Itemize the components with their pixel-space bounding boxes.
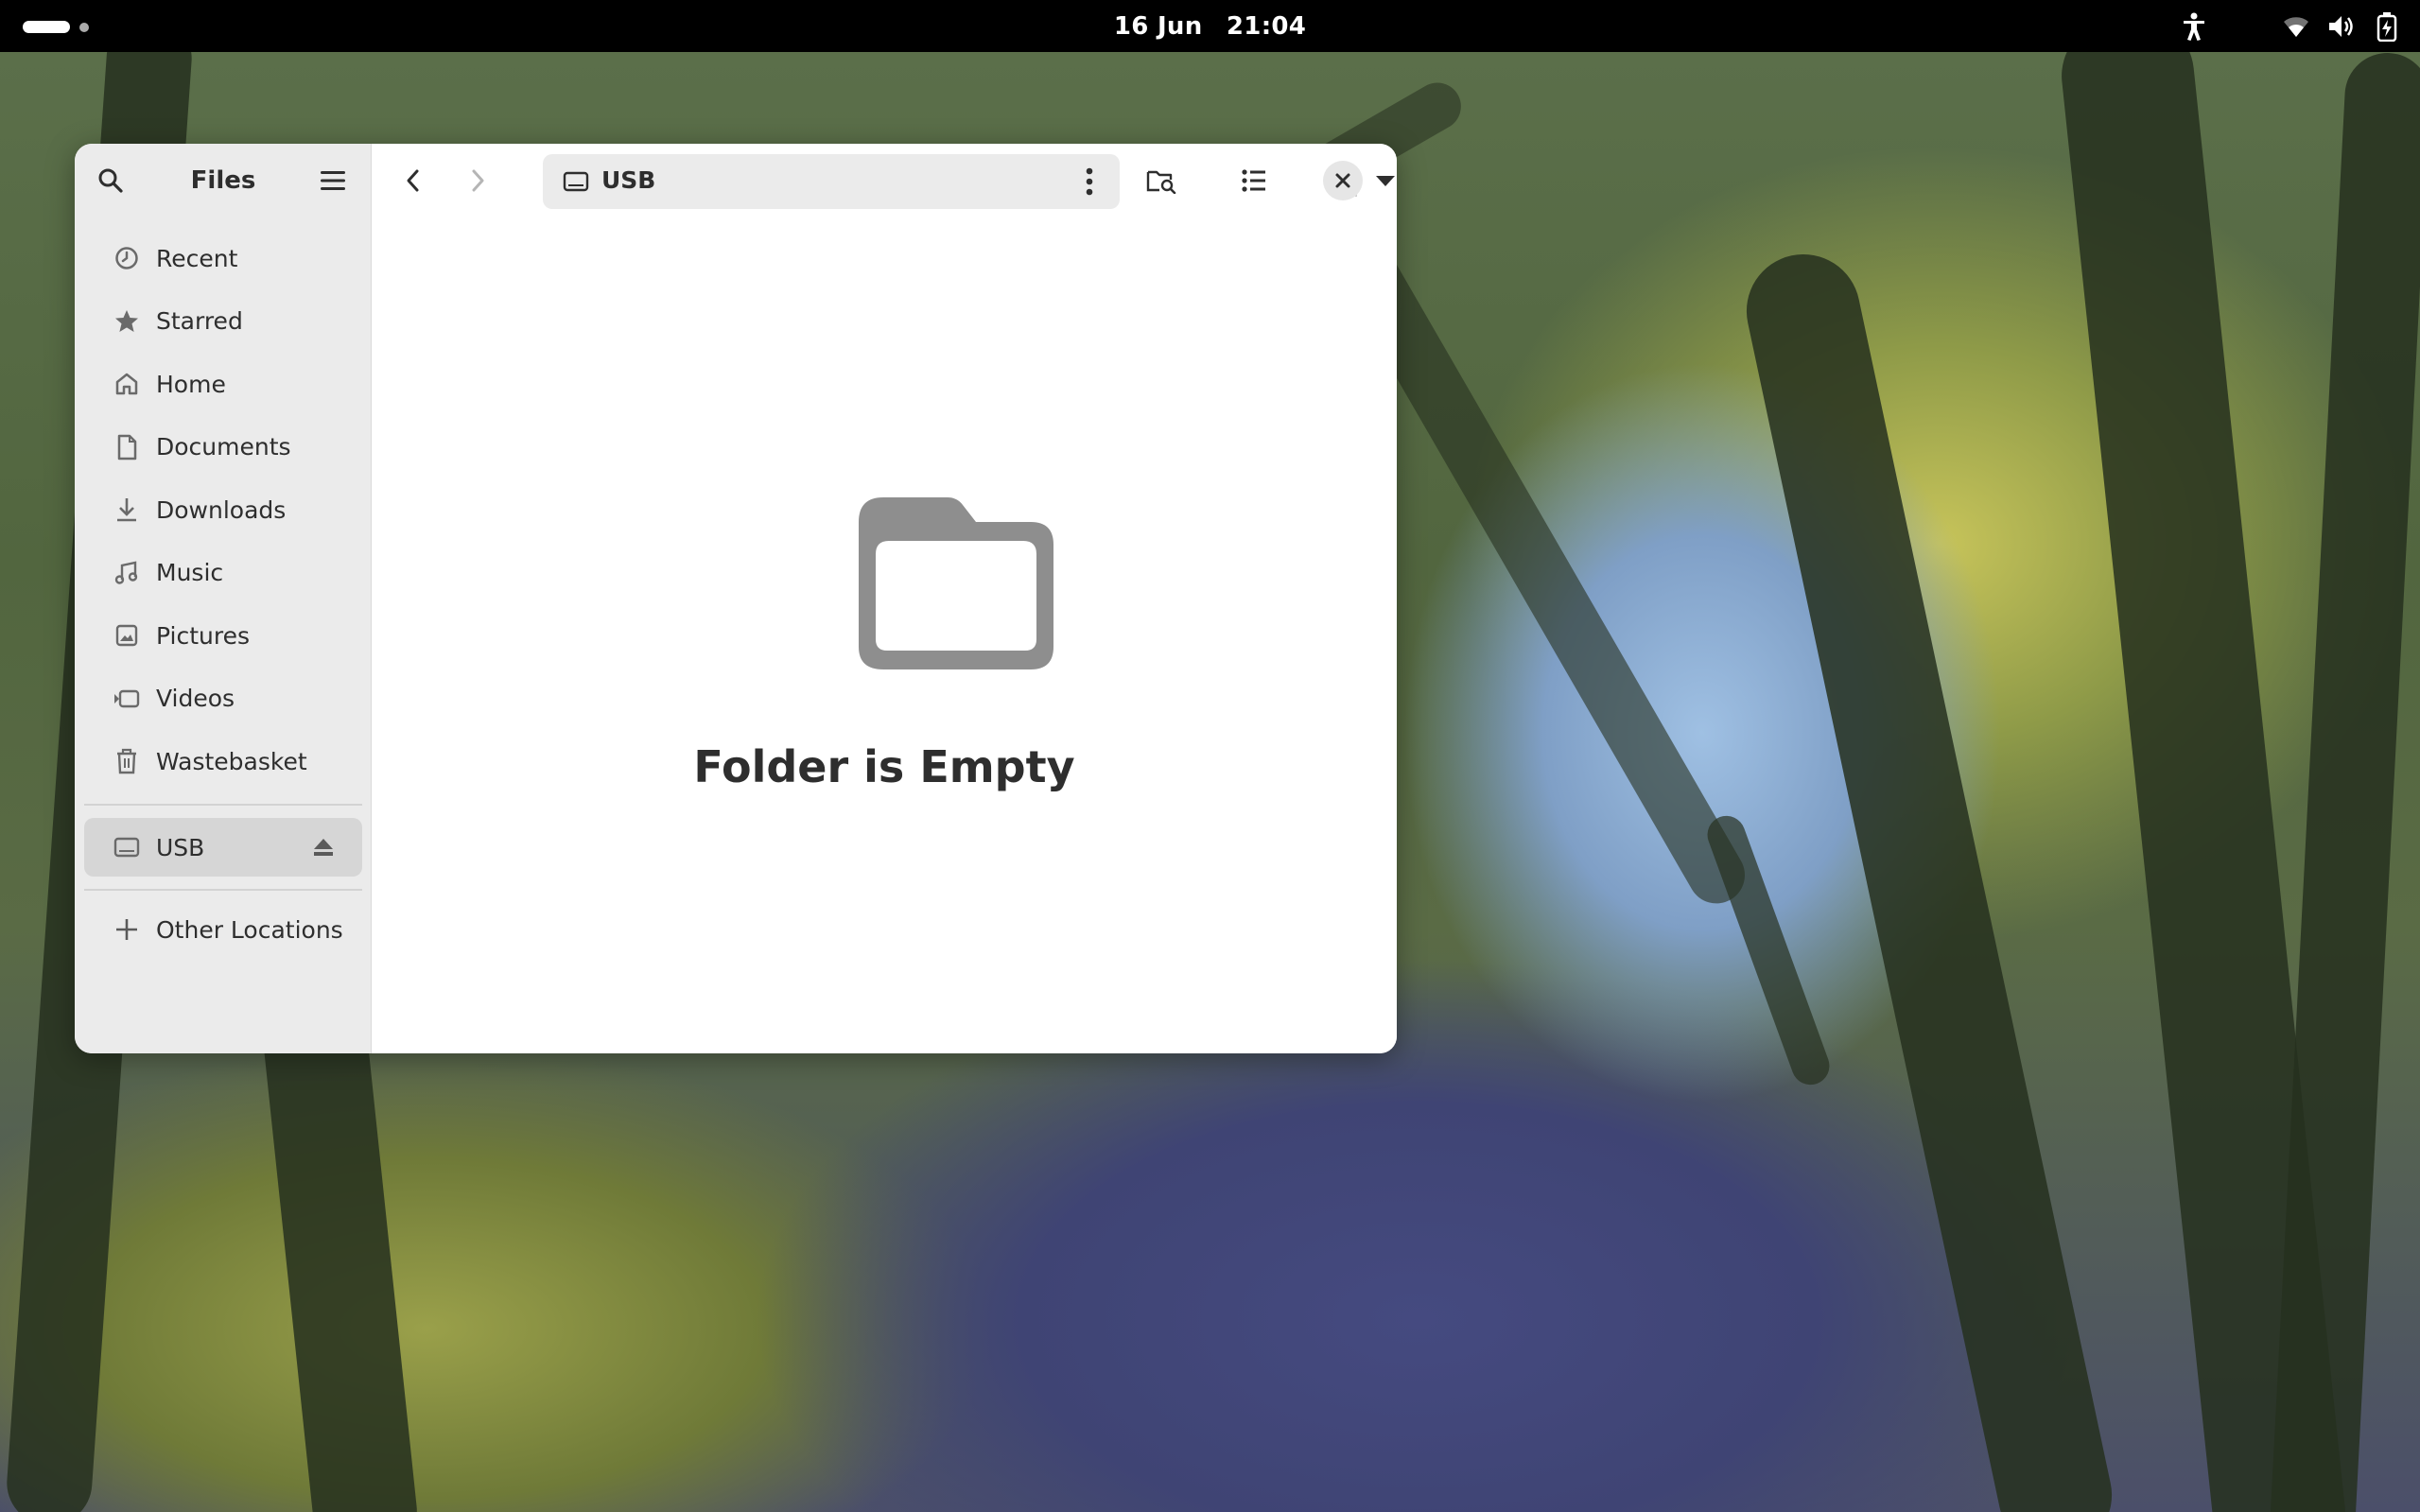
document-icon bbox=[113, 433, 141, 461]
sidebar-item-usb[interactable]: USB bbox=[84, 818, 362, 877]
clock[interactable]: 16 Jun 21:04 bbox=[0, 12, 2420, 41]
eject-icon[interactable] bbox=[309, 833, 338, 861]
sidebar-item-label: Starred bbox=[156, 307, 243, 336]
drive-icon bbox=[113, 833, 141, 861]
video-icon bbox=[113, 685, 141, 713]
sidebar-item-label: Pictures bbox=[156, 621, 250, 650]
sidebar-item-recent[interactable]: Recent bbox=[84, 227, 362, 290]
music-icon bbox=[113, 559, 141, 587]
empty-state-title: Folder is Empty bbox=[693, 741, 1075, 792]
sidebar-item-pictures[interactable]: Pictures bbox=[84, 604, 362, 668]
sidebar-item-label: Documents bbox=[156, 433, 291, 461]
clock-icon bbox=[113, 244, 141, 272]
system-tray[interactable] bbox=[2165, 10, 2403, 43]
sidebar-item-label: Music bbox=[156, 559, 224, 587]
star-icon bbox=[113, 307, 141, 336]
trash-icon bbox=[113, 747, 141, 775]
folder-icon bbox=[859, 497, 1053, 669]
sidebar-item-wastebasket[interactable]: Wastebasket bbox=[84, 730, 362, 793]
sidebar-item-home[interactable]: Home bbox=[84, 353, 362, 416]
sidebar-item-starred[interactable]: Starred bbox=[84, 290, 362, 354]
sidebar-item-label: USB bbox=[156, 833, 205, 861]
top-bar: 16 Jun 21:04 bbox=[0, 0, 2420, 52]
empty-folder-state: Folder is Empty bbox=[372, 144, 1397, 1053]
sidebar-header: Files bbox=[75, 144, 372, 217]
sidebar-item-label: Videos bbox=[156, 685, 235, 713]
sidebar-separator bbox=[84, 889, 362, 891]
download-icon bbox=[113, 495, 141, 524]
sidebar-item-label: Wastebasket bbox=[156, 747, 307, 775]
sidebar-item-label: Downloads bbox=[156, 495, 287, 524]
battery-icon[interactable] bbox=[2371, 10, 2403, 43]
sidebar-item-label: Recent bbox=[156, 244, 238, 272]
wifi-icon[interactable] bbox=[2280, 10, 2312, 43]
sidebar-item-music[interactable]: Music bbox=[84, 542, 362, 605]
home-icon bbox=[113, 370, 141, 398]
sidebar-separator bbox=[84, 804, 362, 806]
main-menu-icon[interactable] bbox=[314, 162, 352, 200]
sidebar-item-label: Home bbox=[156, 370, 226, 398]
places-list: Recent Starred Home Documents Downloads … bbox=[84, 227, 362, 793]
clock-time: 21:04 bbox=[1226, 12, 1307, 41]
sidebar-item-documents[interactable]: Documents bbox=[84, 416, 362, 479]
picture-icon bbox=[113, 621, 141, 650]
sidebar-item-videos[interactable]: Videos bbox=[84, 668, 362, 731]
files-window: Files Recent Starred Home Documents Down… bbox=[75, 144, 1397, 1053]
accessibility-icon[interactable] bbox=[2178, 10, 2210, 43]
sidebar: Files Recent Starred Home Documents Down… bbox=[75, 144, 372, 1053]
sidebar-item-other-locations[interactable]: Other Locations bbox=[84, 900, 362, 959]
sidebar-item-downloads[interactable]: Downloads bbox=[84, 478, 362, 542]
clock-date: 16 Jun bbox=[1113, 12, 1203, 41]
sidebar-item-label: Other Locations bbox=[156, 915, 343, 944]
volume-icon[interactable] bbox=[2325, 10, 2358, 43]
plus-icon bbox=[113, 915, 141, 944]
